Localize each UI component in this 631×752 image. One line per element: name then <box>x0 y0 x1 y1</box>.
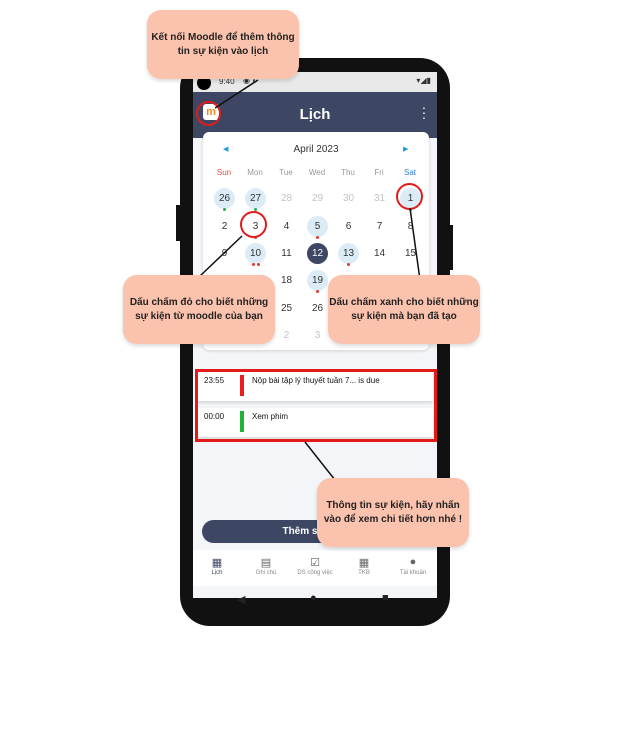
events-callout: Thông tin sự kiện, hãy nhấn vào để xem c… <box>317 478 469 547</box>
green-dot-callout: Dấu chấm xanh cho biết những sự kiện mà … <box>328 275 480 344</box>
moodle-callout: Kết nối Moodle để thêm thông tin sự kiện… <box>147 10 299 79</box>
red-dot-callout: Dấu chấm đỏ cho biết những sự kiện từ mo… <box>123 275 275 344</box>
annotation-lines <box>199 79 421 481</box>
